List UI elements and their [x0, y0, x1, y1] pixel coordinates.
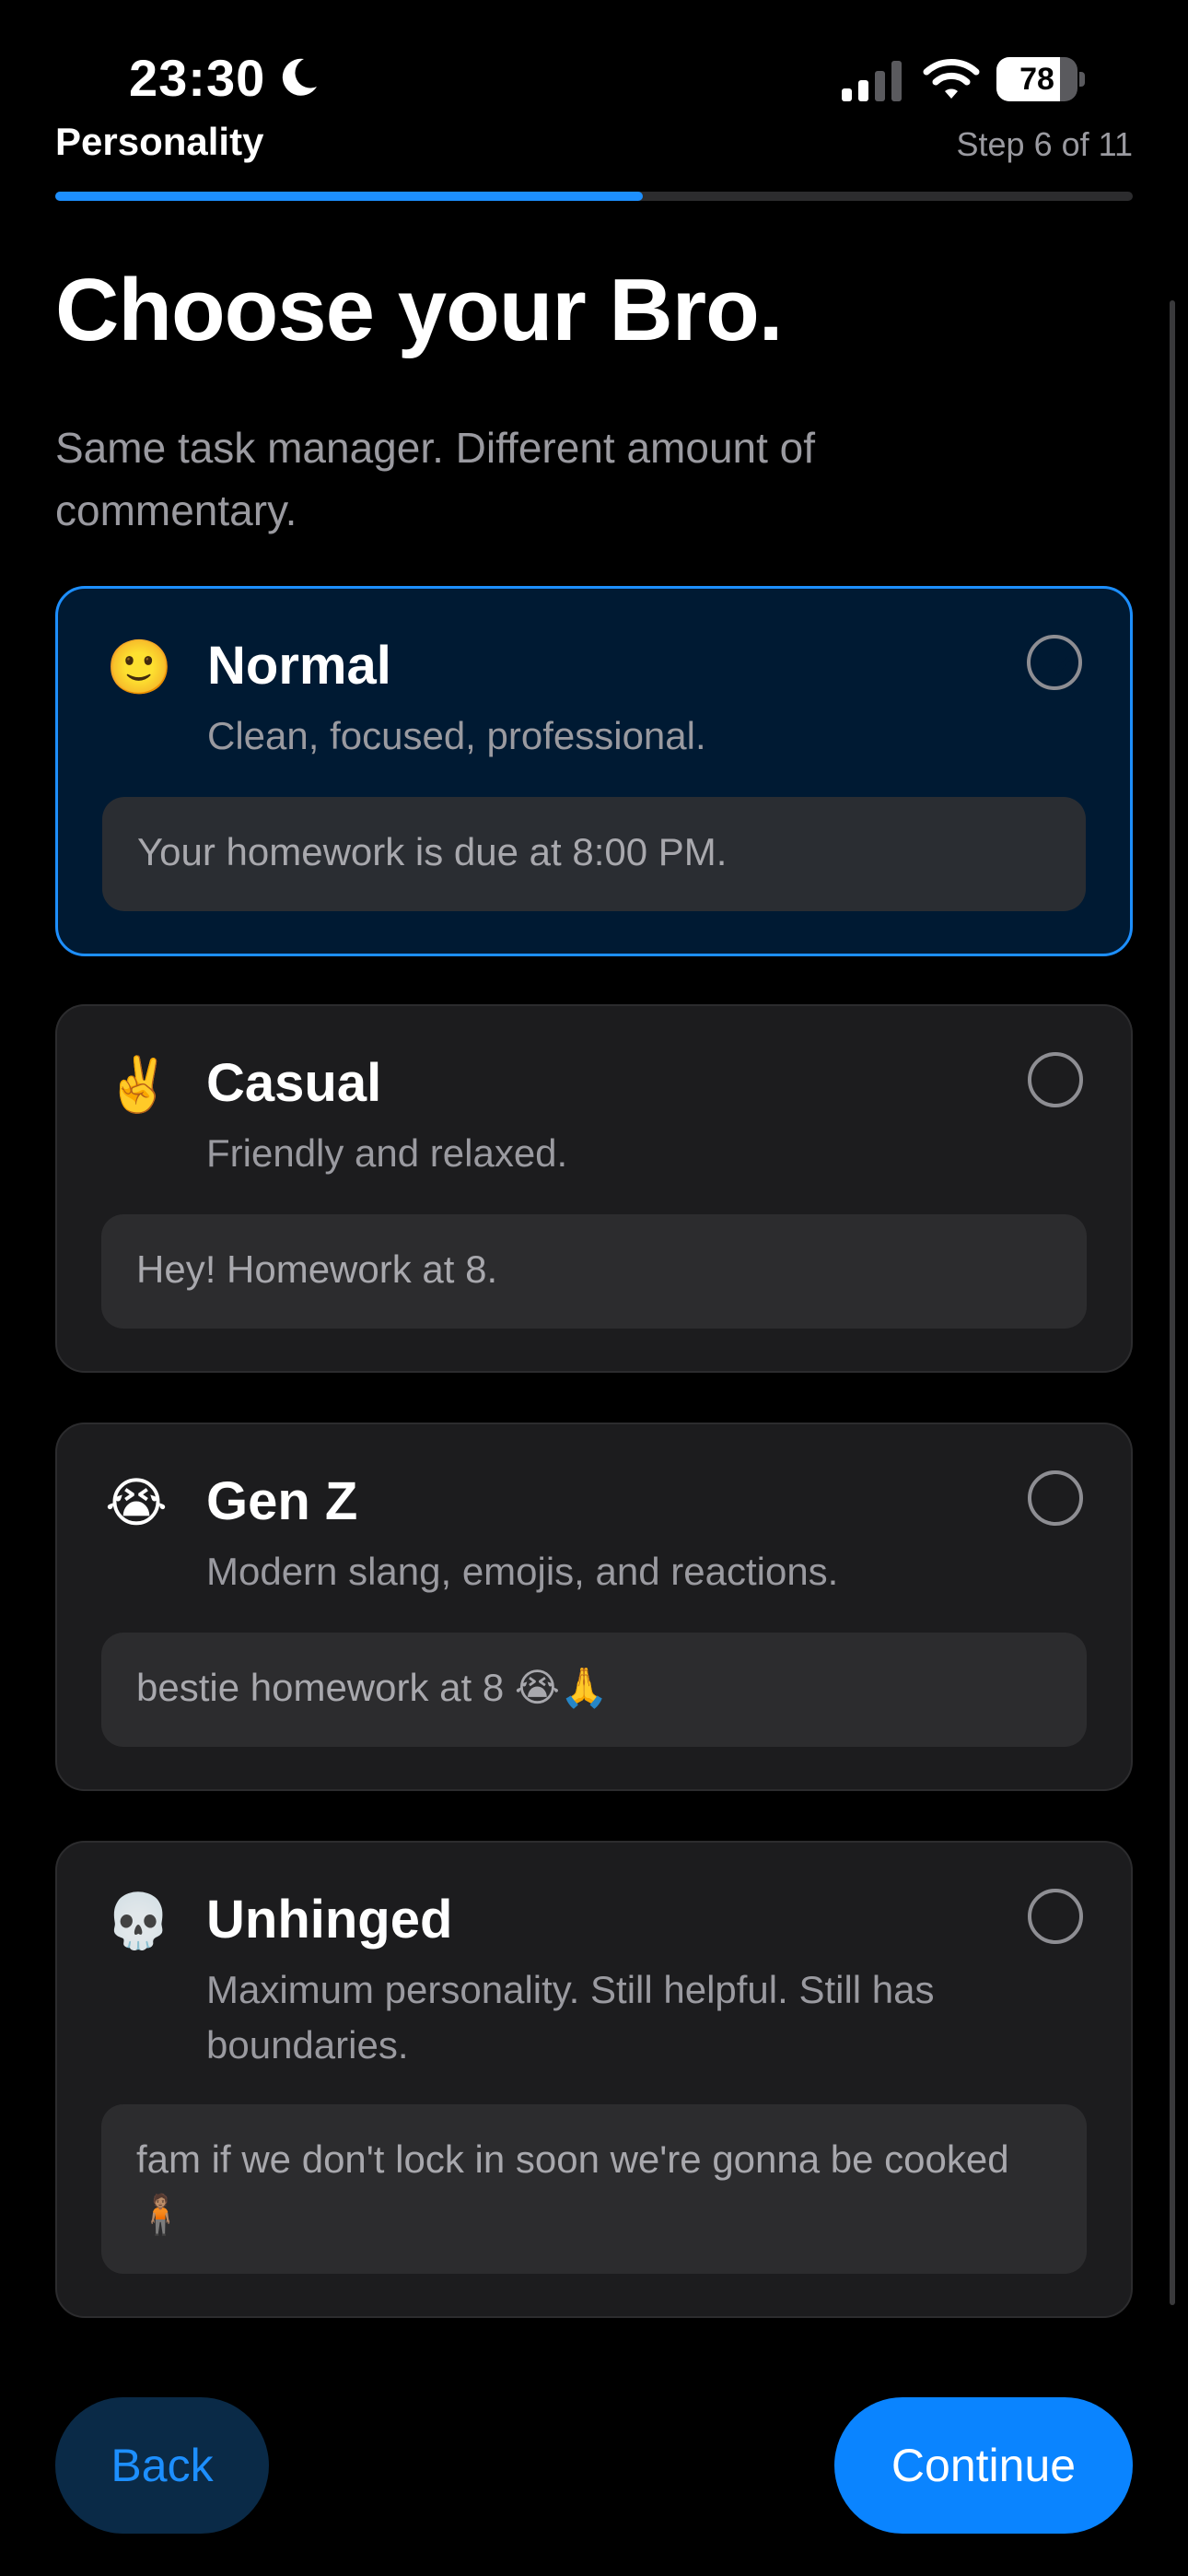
status-bar: 23:30 78	[0, 0, 1188, 138]
option-card-unhinged[interactable]: 💀 Unhinged Maximum personality. Still he…	[55, 1841, 1133, 2318]
radio-button[interactable]	[1027, 635, 1082, 690]
option-card-casual[interactable]: ✌️ Casual Friendly and relaxed. Hey! Hom…	[55, 1004, 1133, 1373]
option-description: Clean, focused, professional.	[207, 714, 706, 757]
option-title: Normal	[207, 636, 391, 696]
option-card-gen-z[interactable]: 😭 Gen Z Modern slang, emojis, and reacti…	[55, 1423, 1133, 1791]
option-description: Maximum personality. Still helpful. Stil…	[206, 1968, 935, 2067]
option-card-normal[interactable]: 🙂 Normal Clean, focused, professional. Y…	[55, 586, 1133, 956]
status-time: 23:30	[129, 49, 266, 107]
option-description: Modern slang, emojis, and reactions.	[206, 1550, 839, 1593]
page-subtitle: Same task manager. Different amount of c…	[55, 424, 816, 534]
checkmark-icon	[1043, 654, 1073, 677]
radio-button[interactable]	[1028, 1889, 1083, 1944]
page-title: Choose your Bro.	[55, 261, 783, 359]
battery-icon: 78	[996, 57, 1085, 101]
wifi-icon	[923, 59, 980, 99]
radio-button[interactable]	[1028, 1470, 1083, 1526]
step-indicator: Step 6 of 11	[956, 125, 1133, 163]
signal-icon	[842, 61, 902, 101]
example-message: Your homework is due at 8:00 PM.	[102, 797, 1086, 911]
option-title: Casual	[206, 1053, 382, 1113]
loudly-crying-face-icon: 😭	[105, 1473, 168, 1533]
scrollbar[interactable]	[1170, 300, 1175, 2305]
option-description: Friendly and relaxed.	[206, 1131, 568, 1175]
option-title: Gen Z	[206, 1471, 358, 1531]
skull-icon: 💀	[105, 1891, 172, 1951]
progress-fill	[55, 192, 643, 201]
back-button[interactable]: Back	[55, 2397, 269, 2534]
progress-bar	[55, 192, 1133, 201]
header-title: Personality	[55, 120, 264, 163]
continue-button[interactable]: Continue	[834, 2397, 1133, 2534]
example-message: fam if we don't lock in soon we're gonna…	[101, 2104, 1087, 2274]
slightly-smiling-face-icon: 🙂	[106, 638, 173, 697]
example-message: bestie homework at 8 😭🙏	[101, 1633, 1087, 1747]
victory-hand-icon: ✌️	[105, 1055, 172, 1115]
option-title: Unhinged	[206, 1890, 453, 1950]
moon-icon	[282, 58, 317, 96]
battery-percentage: 78	[1019, 62, 1054, 97]
example-message: Hey! Homework at 8.	[101, 1214, 1087, 1329]
radio-button[interactable]	[1028, 1052, 1083, 1107]
